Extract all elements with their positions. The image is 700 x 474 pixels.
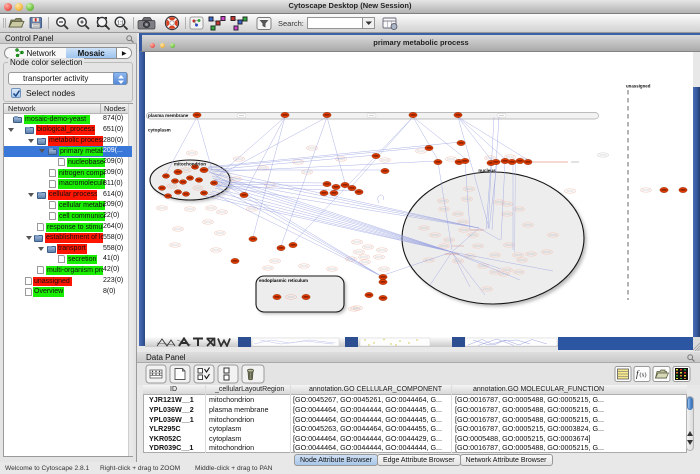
svg-text:endoplasmic reticulum: endoplasmic reticulum [259,278,308,283]
svg-text:cytoplasm: cytoplasm [148,128,171,133]
svg-text:mitochondrion: mitochondrion [174,162,206,167]
svg-text:(x): (x) [640,372,647,379]
svg-text:unassigned: unassigned [626,84,651,89]
svg-text:1:1: 1:1 [117,21,124,27]
svg-text:plasma membrane: plasma membrane [148,113,189,118]
svg-text:nucleus: nucleus [478,168,496,173]
svg-text:Search:: Search: [278,19,304,28]
